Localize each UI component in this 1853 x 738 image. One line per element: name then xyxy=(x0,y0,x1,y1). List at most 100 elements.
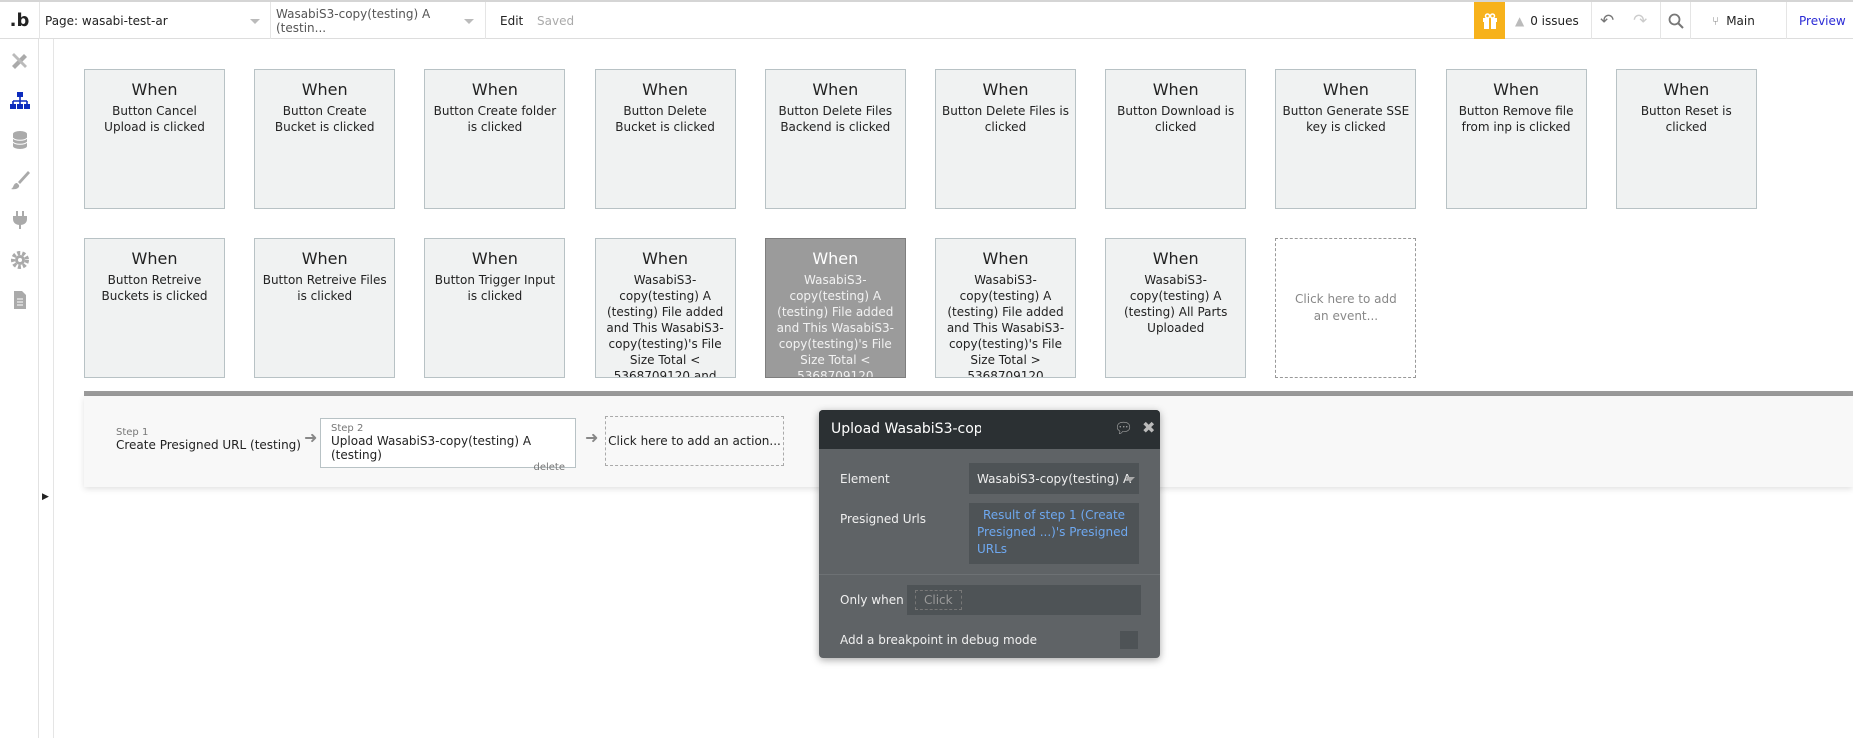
warning-icon: ▲ xyxy=(1515,13,1525,28)
event-when-label: When xyxy=(1322,80,1369,99)
issues-button[interactable]: ▲ 0 issues xyxy=(1515,2,1579,39)
design-tools-icon[interactable] xyxy=(9,49,31,71)
element-label: Element xyxy=(840,472,890,486)
chevron-down-icon xyxy=(464,19,474,24)
branch-icon: ⑂ xyxy=(1712,13,1720,28)
event-card[interactable]: When WasabiS3-copy(testing) A (testing) A… xyxy=(1105,238,1247,378)
presigned-urls-field[interactable]: Result of step 1 (Create Presigned ...)'… xyxy=(969,503,1139,564)
event-card[interactable]: When Button Remove file from inp is click… xyxy=(1445,69,1587,209)
event-description: WasabiS3-copy(testing) A (testing) File … xyxy=(776,273,894,378)
event-when-label: When xyxy=(982,249,1029,268)
element-select[interactable]: WasabiS3-copy(testing) A (testin... xyxy=(270,2,480,39)
step-title: Upload WasabiS3-copy(testing) A (testing… xyxy=(331,434,532,462)
event-description: Button Cancel Upload is clicked xyxy=(104,104,205,134)
click-placeholder: Click xyxy=(915,590,962,610)
event-when-label: When xyxy=(812,80,859,99)
event-when-label: When xyxy=(471,249,518,268)
event-description: WasabiS3-copy(testing) A (testing) All P… xyxy=(1123,273,1228,335)
workflow-icon[interactable] xyxy=(9,90,31,112)
step-label: Step 2 xyxy=(331,423,364,434)
page-select[interactable]: Page: wasabi-test-ar xyxy=(39,2,270,39)
event-description: Button Remove file from inp is clicked xyxy=(1458,104,1574,134)
element-select-label: WasabiS3-copy(testing) A (testin... xyxy=(276,6,431,35)
settings-gear-icon[interactable] xyxy=(9,249,31,271)
event-description: Button Reset is clicked xyxy=(1640,104,1732,134)
event-card[interactable]: When Button Cancel Upload is clicked xyxy=(84,69,225,209)
close-icon[interactable]: ✖ xyxy=(1142,418,1155,437)
divider xyxy=(819,574,1160,575)
event-description: Button Retreive Buckets is clicked xyxy=(101,273,208,303)
expand-arrow-icon[interactable]: ▶ xyxy=(42,492,49,502)
event-when-label: When xyxy=(642,249,689,268)
event-when-label: When xyxy=(1152,249,1199,268)
arrow-right-icon: ➜ xyxy=(585,428,599,447)
popup-title: Upload WasabiS3-copy(tes xyxy=(831,421,981,437)
step-title: Create Presigned URL (testing) xyxy=(116,438,301,452)
breakpoint-checkbox[interactable] xyxy=(1120,631,1138,649)
event-card[interactable]: When Button Trigger Input is clicked xyxy=(424,238,566,378)
event-card[interactable]: When Button Reset is clicked xyxy=(1615,69,1757,209)
delete-step-link[interactable]: delete xyxy=(331,462,565,473)
element-dropdown[interactable]: WasabiS3-copy(testing) A xyxy=(969,463,1139,494)
chevron-down-icon xyxy=(1125,477,1135,482)
comment-icon[interactable]: 💬︎ xyxy=(1114,419,1133,437)
plugins-icon[interactable] xyxy=(9,209,31,231)
add-event-button[interactable]: Click here to add an event... xyxy=(1275,238,1417,378)
event-when-label: When xyxy=(812,249,859,268)
event-card[interactable]: When Button Create folder is clicked xyxy=(424,69,566,209)
event-when-label: When xyxy=(642,80,689,99)
event-card[interactable]: When WasabiS3-copy(testing) A (testing) F… xyxy=(935,238,1076,378)
event-card[interactable]: When Button Download is clicked xyxy=(1105,69,1247,209)
event-description: Button Create folder is clicked xyxy=(433,104,557,134)
popup-header: Upload WasabiS3-copy(tes 💬︎ ✖ xyxy=(819,410,1160,449)
event-when-label: When xyxy=(131,80,178,99)
edit-menu[interactable]: Edit xyxy=(500,2,523,39)
bubble-logo[interactable]: .b xyxy=(0,2,39,39)
only-when-input[interactable]: Click xyxy=(907,585,1141,615)
issues-label: 0 issues xyxy=(1530,13,1579,28)
event-card[interactable]: When Button Retreive Buckets is clicked xyxy=(84,238,225,378)
logs-document-icon[interactable] xyxy=(9,289,31,311)
event-when-label: When xyxy=(131,249,178,268)
element-value: WasabiS3-copy(testing) A xyxy=(977,472,1132,486)
event-when-label: When xyxy=(301,249,348,268)
event-card[interactable]: When Button Retreive Files is clicked xyxy=(254,238,396,378)
styles-brush-icon[interactable] xyxy=(9,169,31,191)
saved-status: Saved xyxy=(537,13,575,28)
event-description: WasabiS3-copy(testing) A (testing) File … xyxy=(946,273,1065,378)
event-when-label: When xyxy=(1152,80,1199,99)
event-when-label: When xyxy=(471,80,518,99)
add-action-button[interactable]: Click here to add an action... xyxy=(605,416,784,466)
page-select-label: Page: wasabi-test-ar xyxy=(45,13,168,28)
event-description: Button Retreive Files is clicked xyxy=(262,273,387,303)
event-card[interactable]: When Button Delete Files is clicked xyxy=(935,69,1076,209)
event-when-label: When xyxy=(301,80,348,99)
step-1[interactable]: Step 1 Create Presigned URL (testing) xyxy=(116,427,301,452)
presigned-urls-label: Presigned Urls xyxy=(840,512,927,526)
arrow-right-icon: ➜ xyxy=(304,428,318,447)
branch-button[interactable]: ⑂ Main xyxy=(1712,2,1755,39)
event-description: Button Create Bucket is clicked xyxy=(274,104,375,134)
left-sidebar: ▶ xyxy=(0,39,49,738)
event-description: Button Download is clicked xyxy=(1117,104,1235,134)
database-icon[interactable] xyxy=(9,129,31,151)
event-description: Button Delete Bucket is clicked xyxy=(615,104,715,134)
step-2[interactable]: Step 2 Upload WasabiS3-copy(testing) A (… xyxy=(320,418,576,473)
event-description: Button Trigger Input is clicked xyxy=(434,273,556,303)
event-when-label: When xyxy=(1493,80,1540,99)
event-card[interactable]: When Button Delete Files Backend is click… xyxy=(764,69,906,209)
event-card[interactable]: When Button Create Bucket is clicked xyxy=(254,69,396,209)
redo-icon[interactable]: ↷ xyxy=(1633,2,1647,39)
event-card[interactable]: When Button Generate SSE key is clicked xyxy=(1275,69,1417,209)
preview-button[interactable]: Preview xyxy=(1799,2,1846,39)
event-card[interactable]: When WasabiS3-copy(testing) A (testing) F… xyxy=(594,238,736,378)
event-card[interactable]: When Button Delete Bucket is clicked xyxy=(594,69,736,209)
gift-button[interactable] xyxy=(1474,2,1505,39)
undo-icon[interactable]: ↶ xyxy=(1600,2,1614,39)
search-button[interactable] xyxy=(1668,2,1684,39)
event-card[interactable]: When WasabiS3-copy(testing) A (testing) F… xyxy=(764,238,906,378)
divider xyxy=(53,39,54,738)
event-description: WasabiS3-copy(testing) A (testing) File … xyxy=(606,273,724,378)
action-property-editor: Upload WasabiS3-copy(tes 💬︎ ✖ Element Wa… xyxy=(819,410,1160,658)
step-label: Step 1 xyxy=(116,427,149,438)
